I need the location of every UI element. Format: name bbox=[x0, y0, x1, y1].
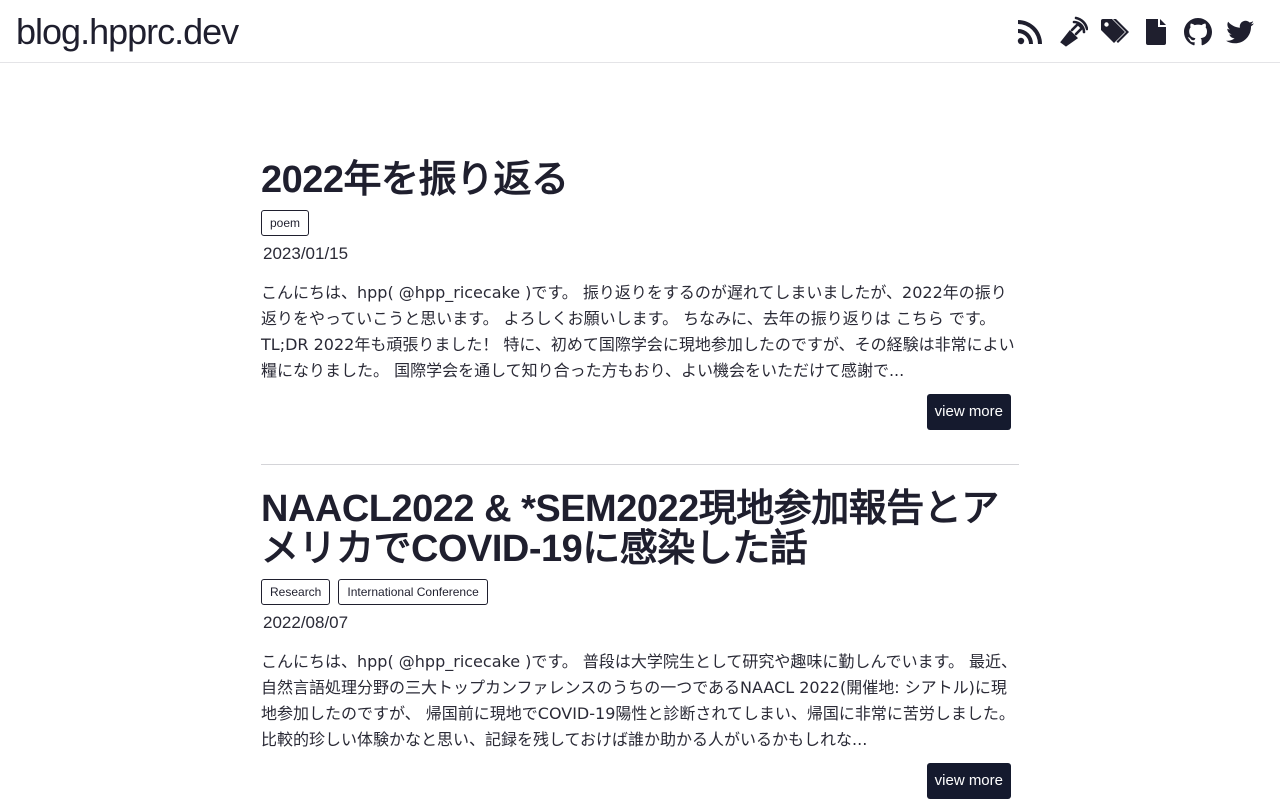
site-header: blog.hpprc.dev bbox=[0, 0, 1280, 63]
view-more-button[interactable]: view more bbox=[926, 763, 1011, 799]
post-date: 2023/01/15 bbox=[263, 244, 349, 263]
tag-badge[interactable]: International Conference bbox=[338, 579, 488, 605]
rss-icon[interactable] bbox=[1014, 16, 1046, 48]
more-row: view more bbox=[261, 763, 1019, 799]
post-excerpt: こんにちは、hpp( @hpp_ricecake )です。 普段は大学院生として… bbox=[261, 652, 1018, 749]
github-icon[interactable] bbox=[1182, 16, 1214, 48]
post-excerpt: こんにちは、hpp( @hpp_ricecake )です。 振り返りをするのが遅… bbox=[261, 283, 1015, 380]
tag-badge[interactable]: poem bbox=[261, 210, 310, 236]
site-title-link[interactable]: blog.hpprc.dev bbox=[16, 10, 239, 54]
post-card: 2022年を振り返る poem 2023/01/15 こんにちは、hpp( @h… bbox=[261, 160, 1019, 430]
twitter-icon[interactable] bbox=[1224, 16, 1256, 48]
file-icon[interactable] bbox=[1140, 16, 1172, 48]
post-title-link[interactable]: NAACL2022 & *SEM2022現地参加報告とアメリカでCOVID-19… bbox=[261, 489, 1019, 569]
post-title-link[interactable]: 2022年を振り返る bbox=[261, 160, 1019, 200]
tag-list: poem bbox=[261, 210, 1019, 236]
view-more-button[interactable]: view more bbox=[926, 394, 1011, 430]
post-list: 2022年を振り返る poem 2023/01/15 こんにちは、hpp( @h… bbox=[261, 150, 1019, 799]
tag-list: Research International Conference bbox=[261, 579, 1019, 605]
tag-badge[interactable]: Research bbox=[261, 579, 331, 605]
header-nav bbox=[1014, 16, 1256, 48]
pen-nib-icon[interactable] bbox=[1056, 16, 1088, 48]
tags-icon[interactable] bbox=[1098, 16, 1130, 48]
more-row: view more bbox=[261, 394, 1019, 430]
post-card: NAACL2022 & *SEM2022現地参加報告とアメリカでCOVID-19… bbox=[261, 464, 1019, 799]
post-date: 2022/08/07 bbox=[263, 613, 349, 632]
